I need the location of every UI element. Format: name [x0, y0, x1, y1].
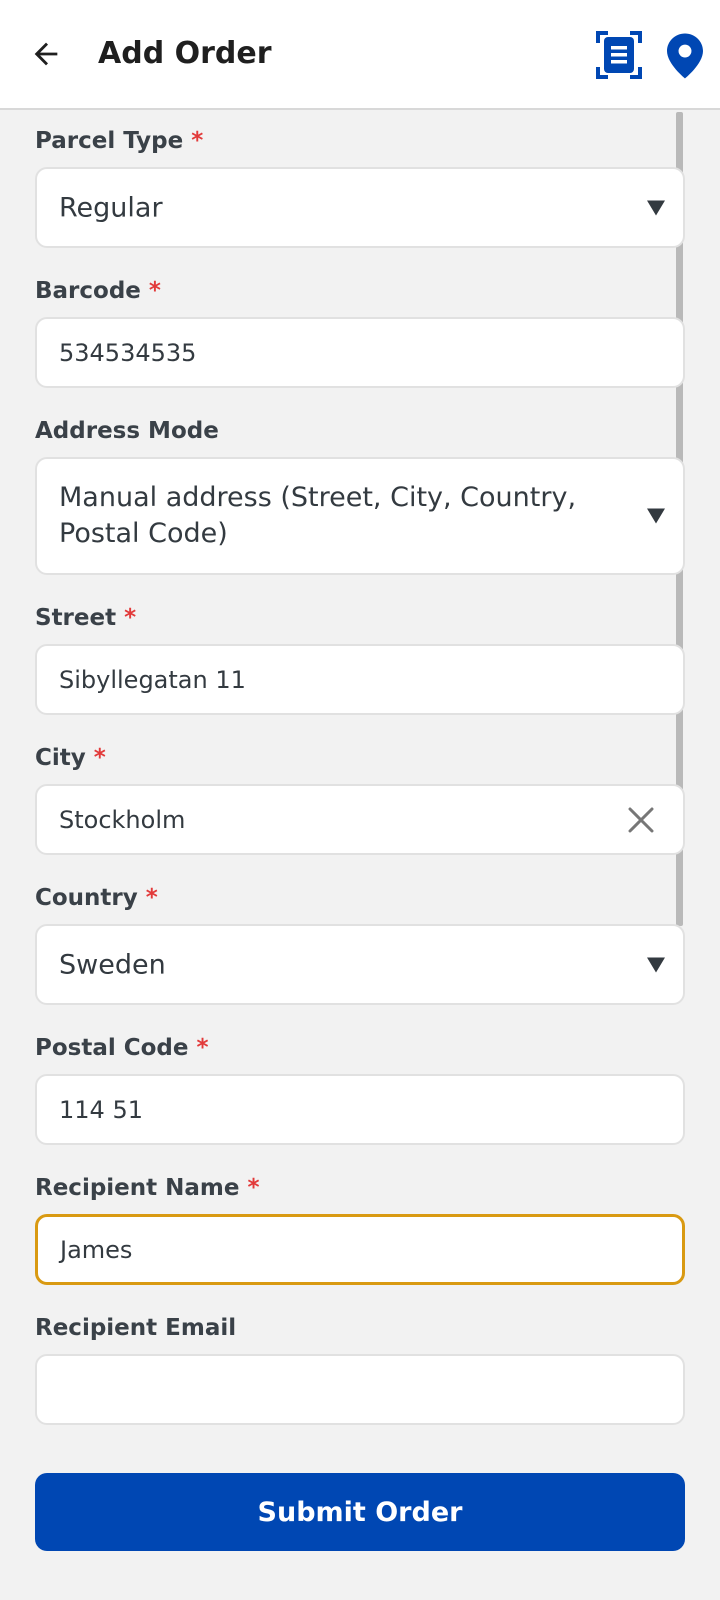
required-marker: *: [196, 1035, 209, 1061]
city-label: City *: [35, 745, 106, 771]
city-input[interactable]: Stockholm: [35, 784, 685, 855]
address-mode-select[interactable]: Manual address (Street, City, Country, P…: [35, 457, 685, 575]
address-mode-value: Manual address (Street, City, Country, P…: [59, 482, 577, 549]
postal-code-label-text: Postal Code: [35, 1035, 189, 1061]
postal-code-value: 114 51: [59, 1095, 143, 1124]
country-value: Sweden: [59, 949, 166, 980]
location-button[interactable]: [667, 33, 703, 79]
recipient-name-label: Recipient Name *: [35, 1175, 260, 1201]
submit-order-button[interactable]: Submit Order: [35, 1473, 685, 1551]
arrow-left-icon: [34, 42, 58, 66]
barcode-scan-icon: [596, 31, 642, 79]
required-marker: *: [93, 745, 106, 771]
recipient-email-label: Recipient Email: [35, 1315, 236, 1341]
close-icon: [628, 807, 654, 832]
parcel-type-value: Regular: [59, 192, 163, 223]
barcode-label: Barcode *: [35, 278, 161, 304]
street-label-text: Street: [35, 605, 117, 631]
address-mode-label-text: Address Mode: [35, 418, 219, 444]
map-pin-icon: [667, 33, 703, 79]
country-select[interactable]: Sweden: [35, 924, 685, 1005]
submit-order-label: Submit Order: [257, 1496, 463, 1528]
street-input[interactable]: Sibyllegatan 11: [35, 644, 685, 715]
country-label: Country *: [35, 885, 158, 911]
parcel-type-label: Parcel Type *: [35, 128, 203, 154]
postal-code-input[interactable]: 114 51: [35, 1074, 685, 1145]
parcel-type-label-text: Parcel Type: [35, 128, 184, 154]
required-marker: *: [145, 885, 158, 911]
city-value: Stockholm: [59, 805, 186, 834]
required-marker: *: [124, 605, 137, 631]
recipient-name-value: James: [60, 1235, 133, 1264]
street-label: Street *: [35, 605, 136, 631]
street-value: Sibyllegatan 11: [59, 665, 246, 694]
back-button[interactable]: [26, 34, 66, 74]
parcel-type-select[interactable]: Regular: [35, 167, 685, 248]
country-label-text: Country: [35, 885, 138, 911]
required-marker: *: [191, 128, 204, 154]
barcode-label-text: Barcode: [35, 278, 141, 304]
recipient-email-input[interactable]: [35, 1354, 685, 1425]
postal-code-label: Postal Code *: [35, 1035, 209, 1061]
scan-barcode-button[interactable]: [596, 31, 642, 79]
barcode-input[interactable]: 534534535: [35, 317, 685, 388]
dropdown-arrow-icon: [647, 957, 665, 972]
city-label-text: City: [35, 745, 86, 771]
barcode-value: 534534535: [59, 338, 197, 367]
dropdown-arrow-icon: [647, 508, 665, 524]
recipient-name-input[interactable]: James: [35, 1214, 685, 1285]
app-bar: Add Order: [0, 0, 720, 110]
dropdown-arrow-icon: [647, 200, 665, 215]
recipient-name-label-text: Recipient Name: [35, 1175, 240, 1201]
clear-city-button[interactable]: [627, 806, 655, 834]
required-marker: *: [247, 1175, 260, 1201]
required-marker: *: [148, 278, 161, 304]
address-mode-label: Address Mode: [35, 418, 219, 444]
page-title: Add Order: [98, 36, 272, 71]
recipient-email-label-text: Recipient Email: [35, 1315, 237, 1341]
